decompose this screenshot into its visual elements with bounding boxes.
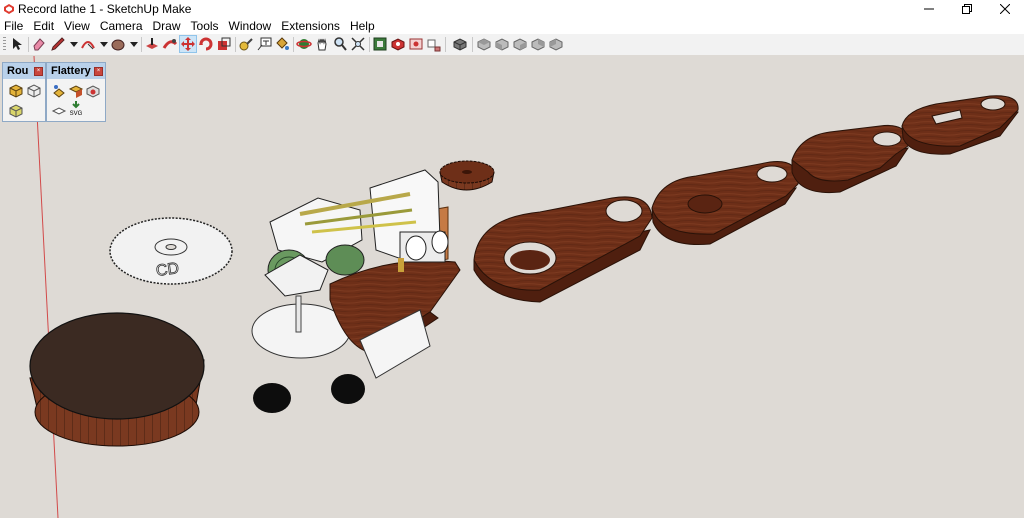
- flattery-palette[interactable]: Flattery × SVG: [46, 62, 106, 122]
- cd-label: CD: [155, 260, 180, 280]
- svg-export-button[interactable]: SVG: [68, 101, 84, 117]
- round-edges-icon[interactable]: [26, 83, 42, 99]
- round-corner-palette[interactable]: Rou ×: [2, 62, 46, 122]
- main-toolbar: [0, 34, 1024, 56]
- toolbar-separator: [141, 37, 142, 52]
- rotate-icon[interactable]: [198, 36, 214, 52]
- minimize-icon: [924, 8, 934, 10]
- pencil-icon[interactable]: [50, 36, 66, 52]
- svg-export-label: SVG: [69, 111, 83, 117]
- tape-measure-icon[interactable]: [238, 36, 254, 52]
- minimize-button[interactable]: [910, 0, 948, 18]
- toolbar-separator: [235, 37, 236, 52]
- paint-bucket-icon[interactable]: [274, 36, 290, 52]
- select-icon[interactable]: [9, 36, 25, 52]
- views-left-icon[interactable]: [548, 36, 564, 52]
- foot-left[interactable]: [253, 383, 291, 413]
- menu-view[interactable]: View: [59, 18, 95, 34]
- zoom-icon[interactable]: [332, 36, 348, 52]
- palette-close-icon[interactable]: ×: [34, 66, 43, 76]
- close-button[interactable]: [986, 0, 1024, 18]
- eraser-icon[interactable]: [31, 36, 47, 52]
- menu-camera[interactable]: Camera: [95, 18, 148, 34]
- toolbar-separator: [293, 37, 294, 52]
- views-top-icon[interactable]: [476, 36, 492, 52]
- window-title: Record lathe 1 - SketchUp Make: [18, 2, 192, 16]
- push-pull-icon[interactable]: [144, 36, 160, 52]
- circle-icon[interactable]: [110, 36, 126, 52]
- views-right-icon[interactable]: [512, 36, 528, 52]
- model-viewport[interactable]: CD: [0, 55, 1024, 518]
- tabs-icon[interactable]: [85, 83, 101, 99]
- title-bar: Record lathe 1 - SketchUp Make: [0, 0, 1024, 18]
- views-back-icon[interactable]: [530, 36, 546, 52]
- circle-dropdown-icon[interactable]: [126, 36, 142, 52]
- layout-icon[interactable]: [408, 36, 424, 52]
- cd-disc[interactable]: CD: [109, 217, 233, 285]
- unfold-icon[interactable]: [68, 83, 84, 99]
- follow-me-icon[interactable]: [162, 36, 178, 52]
- restore-button[interactable]: [948, 0, 986, 18]
- svg-export-icon: [72, 101, 80, 109]
- small-gear[interactable]: [439, 160, 495, 191]
- menu-bar: File Edit View Camera Draw Tools Window …: [0, 18, 1024, 34]
- menu-help[interactable]: Help: [345, 18, 380, 34]
- platter-cylinder[interactable]: [29, 312, 205, 447]
- zoom-extents-icon[interactable]: [350, 36, 366, 52]
- sketchup-logo-icon: [4, 4, 14, 14]
- pan-icon[interactable]: [314, 36, 330, 52]
- arc-icon[interactable]: [80, 36, 96, 52]
- export-icon[interactable]: [51, 103, 67, 119]
- menu-tools[interactable]: Tools: [186, 18, 224, 34]
- text-icon[interactable]: [256, 36, 272, 52]
- round-corner-icon[interactable]: [8, 83, 24, 99]
- 3d-warehouse-icon[interactable]: [372, 36, 388, 52]
- round-faces-icon[interactable]: [8, 103, 24, 119]
- palette-header[interactable]: Flattery ×: [47, 63, 105, 79]
- orbit-icon[interactable]: [296, 36, 312, 52]
- menu-draw[interactable]: Draw: [148, 18, 186, 34]
- components-icon[interactable]: [426, 36, 442, 52]
- menu-window[interactable]: Window: [224, 18, 277, 34]
- toolbar-separator: [472, 37, 473, 52]
- foot-right[interactable]: [331, 374, 365, 404]
- move-icon[interactable]: [179, 35, 197, 53]
- extension-warehouse-icon[interactable]: [390, 36, 406, 52]
- palette-title: Flattery: [51, 65, 91, 77]
- views-front-icon[interactable]: [494, 36, 510, 52]
- palette-close-icon[interactable]: ×: [94, 66, 103, 76]
- toolbar-separator: [28, 37, 29, 52]
- flatten-icon[interactable]: [51, 83, 67, 99]
- toolbar-grip[interactable]: [3, 37, 6, 52]
- menu-file[interactable]: File: [0, 18, 28, 34]
- palette-title: Rou: [7, 65, 29, 77]
- toolbar-separator: [445, 37, 446, 52]
- close-icon: [1000, 4, 1010, 14]
- palette-header[interactable]: Rou ×: [3, 63, 45, 79]
- views-iso-icon[interactable]: [452, 36, 468, 52]
- menu-edit[interactable]: Edit: [28, 18, 59, 34]
- toolbar-separator: [369, 37, 370, 52]
- scale-icon[interactable]: [216, 36, 232, 52]
- menu-extensions[interactable]: Extensions: [276, 18, 345, 34]
- restore-icon: [962, 4, 972, 14]
